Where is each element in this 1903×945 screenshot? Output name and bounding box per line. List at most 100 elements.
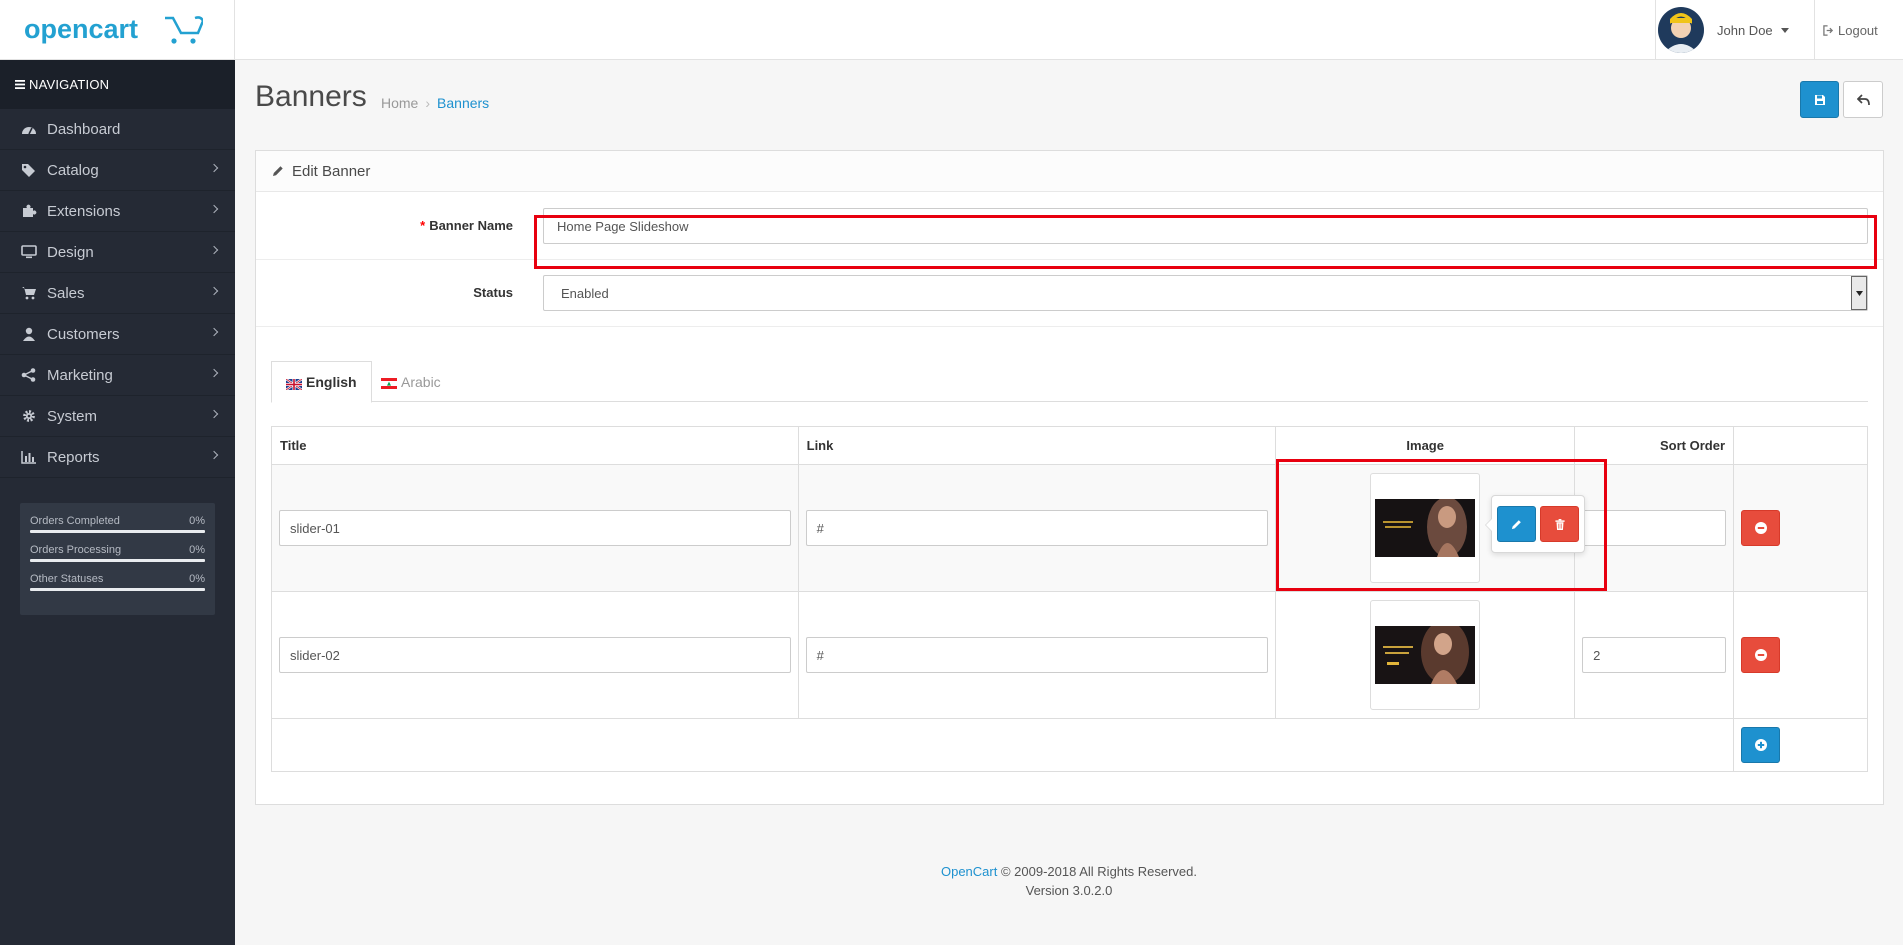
chevron-right-icon [209,450,219,460]
banner-images-table: Title Link Image Sort Order slider-01 # [270,426,1868,772]
logout-label: Logout [1838,22,1878,38]
sign-out-icon [1823,24,1834,36]
edit-image-button[interactable] [1497,506,1536,542]
sidebar-item-extensions[interactable]: Extensions [0,191,235,232]
image-thumbnail[interactable] [1370,473,1481,583]
column-header-image: Image [1275,426,1576,465]
required-asterisk: * [420,218,426,233]
breadcrumb: Home › Banners [381,95,489,111]
sidebar: NAVIGATION Dashboard Catalog Extensions … [0,60,235,945]
stat-progress-bar [30,588,205,591]
stat-value: 0% [189,573,205,585]
opencart-link[interactable]: OpenCart [941,864,997,879]
chevron-right-icon [209,163,219,173]
cart-icon [20,285,38,301]
column-header-sort-order: Sort Order [1574,426,1735,465]
panel-heading: Edit Banner [256,151,1883,192]
menu-bars-icon [15,80,25,89]
actions-cell [1733,718,1868,772]
stat-label: Other Statuses [30,573,104,585]
language-tabs: English Arabic [271,361,1868,403]
stat-progress-bar [30,559,205,562]
column-header-actions [1733,426,1868,465]
banner-name-label: * Banner Name [420,218,513,233]
back-button[interactable] [1843,81,1883,118]
chevron-down-icon [1780,27,1789,33]
title-input[interactable]: slider-02 [279,637,791,673]
sidebar-item-design[interactable]: Design [0,232,235,273]
trash-icon [1554,518,1565,530]
nav-title: NAVIGATION [29,77,110,92]
pencil-icon [1511,519,1521,529]
status-label: Status [473,285,513,300]
remove-row-button[interactable] [1741,637,1781,673]
title-input[interactable]: slider-01 [279,510,791,546]
sort-order-cell: 2 [1574,591,1735,719]
banner-image [1375,626,1476,684]
add-row-spacer [270,718,1735,772]
opencart-logo[interactable]: opencart [23,12,205,51]
status-row: Status Enabled [256,260,1883,327]
sidebar-item-marketing[interactable]: Marketing [0,355,235,396]
breadcrumb-home[interactable]: Home [381,95,418,111]
banner-name-input[interactable]: Home Page Slideshow [543,208,1868,244]
add-banner-image-button[interactable] [1741,727,1781,763]
status-select[interactable]: Enabled [543,275,1868,311]
chevron-right-icon [209,204,219,214]
sidebar-item-label: Dashboard [47,120,121,138]
image-thumbnail[interactable] [1370,600,1481,710]
add-row [270,718,1868,772]
link-input[interactable]: # [805,637,1269,673]
banner-image [1375,499,1476,557]
link-input[interactable]: # [805,510,1269,546]
panel-title: Edit Banner [292,162,371,180]
sidebar-item-sales[interactable]: Sales [0,273,235,314]
tab-english[interactable]: English [271,361,372,403]
share-icon [20,367,38,383]
monitor-icon [20,244,38,260]
svg-text:opencart: opencart [24,14,138,44]
sidebar-item-label: Extensions [47,202,121,220]
actions-cell [1733,591,1868,719]
remove-row-button[interactable] [1741,510,1781,546]
stat-orders-processing: Orders Processing 0% [30,544,205,562]
sidebar-item-system[interactable]: System [0,396,235,437]
sidebar-item-customers[interactable]: Customers [0,314,235,355]
breadcrumb-banners[interactable]: Banners [437,95,489,111]
logo-area: opencart [0,0,235,60]
sort-order-input[interactable]: 2 [1582,637,1727,673]
tab-label: Arabic [401,373,441,390]
order-stats: Orders Completed 0% Orders Processing 0% O… [20,503,215,615]
title-cell: slider-02 [271,591,799,719]
nav-header[interactable]: NAVIGATION [0,60,235,109]
clear-image-button[interactable] [1540,506,1579,542]
title-cell: slider-01 [271,464,799,592]
tab-label: English [306,374,357,390]
version-text: Version 3.0.2.0 [1025,883,1113,898]
sidebar-item-catalog[interactable]: Catalog [0,150,235,191]
banner-name-row: * Banner Name Home Page Slideshow [256,193,1883,260]
pencil-icon [273,166,283,176]
sidebar-item-label: Marketing [47,366,113,384]
minus-circle-icon [1754,649,1767,661]
chevron-right-icon [209,245,219,255]
sidebar-item-label: Reports [47,448,100,466]
table-row: slider-02 # 2 [271,591,1868,719]
chevron-right-icon [209,368,219,378]
save-button[interactable] [1800,81,1839,118]
page-title: Banners [255,80,367,113]
sidebar-item-reports[interactable]: Reports [0,437,235,478]
stat-progress-bar [30,530,205,533]
logout-link[interactable]: Logout [1823,0,1878,60]
footer: OpenCart © 2009-2018 All Rights Reserved… [235,862,1903,900]
plus-circle-icon [1754,739,1767,751]
sidebar-item-dashboard[interactable]: Dashboard [0,109,235,150]
image-popover [1485,495,1585,553]
sidebar-item-label: Design [47,243,94,261]
sort-order-input[interactable] [1582,510,1727,546]
user-menu[interactable]: John Doe [1655,0,1815,60]
copyright-text: © 2009-2018 All Rights Reserved. [1000,864,1198,879]
chevron-down-icon [1851,276,1867,310]
column-header-link: Link [797,426,1277,465]
tab-arabic[interactable]: Arabic [367,361,455,402]
